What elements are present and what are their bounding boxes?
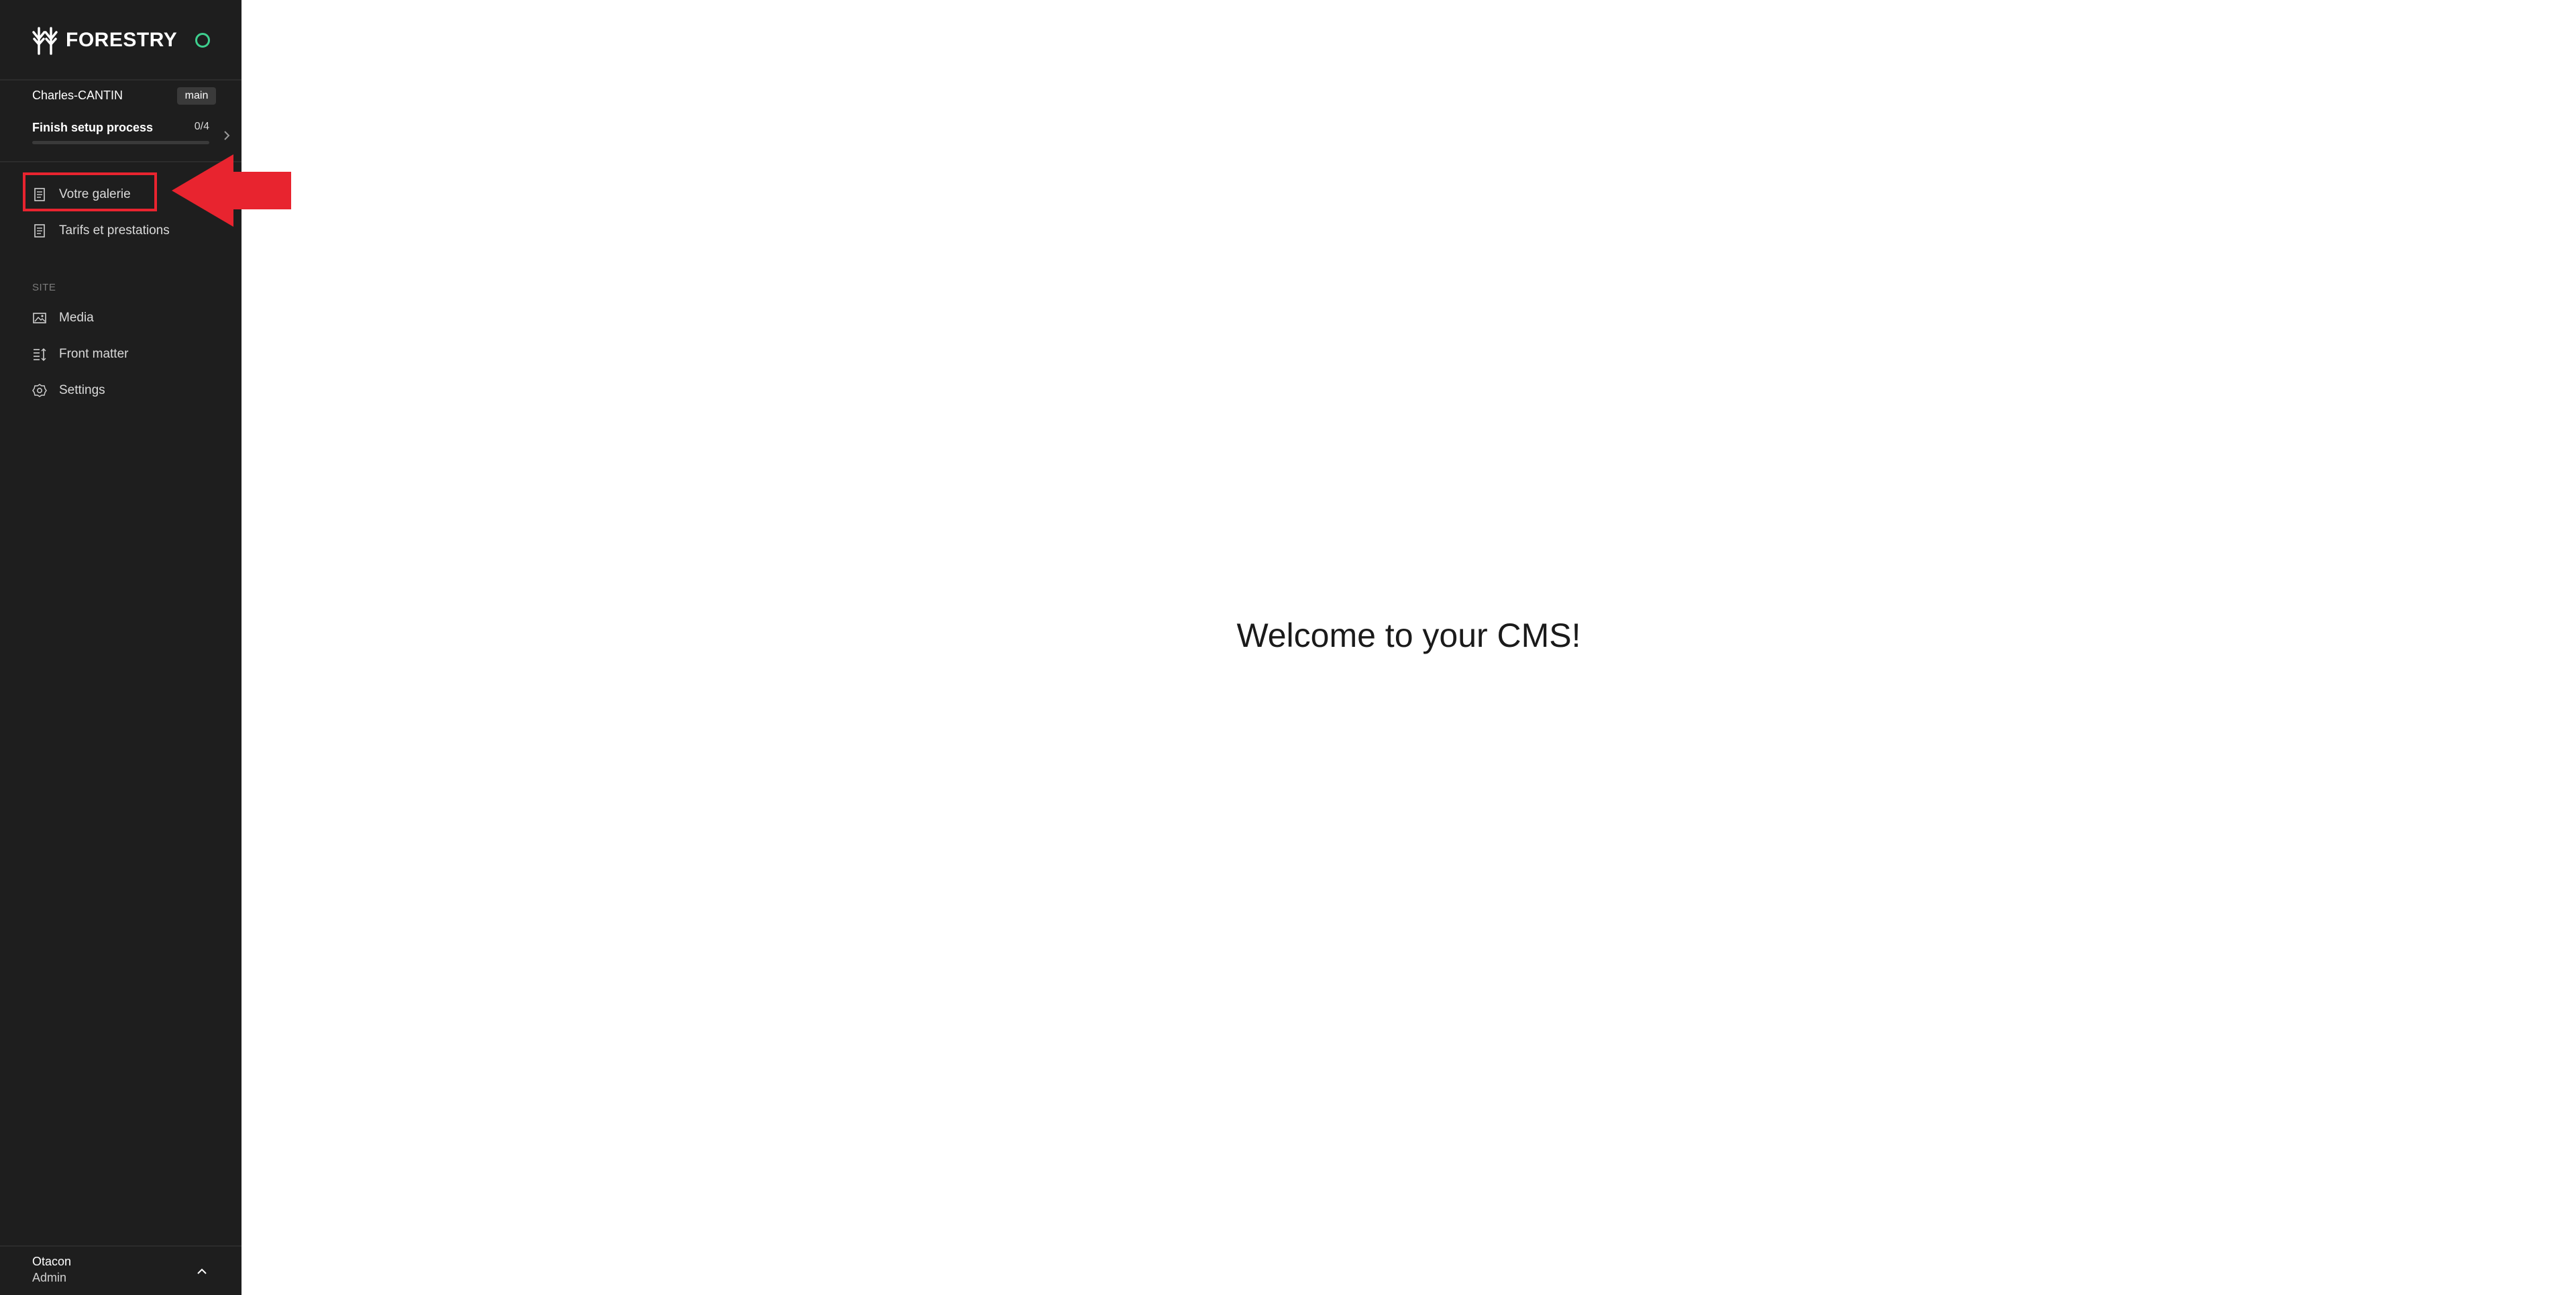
setup-label: Finish setup process <box>32 121 154 134</box>
branch-badge[interactable]: main <box>177 87 216 105</box>
front-matter-icon <box>34 348 46 361</box>
sidebar-item-label: Media <box>59 311 94 325</box>
user-role: Admin <box>32 1271 67 1284</box>
status-indicator[interactable] <box>195 33 210 48</box>
chevron-up-icon[interactable] <box>195 1264 209 1279</box>
welcome-heading: Welcome to your CMS! <box>1236 617 1581 654</box>
sidebar-item-front-matter[interactable]: Front matter <box>32 342 220 366</box>
sidebar-item-media[interactable]: Media <box>32 306 220 330</box>
sidebar-item-settings[interactable]: Settings <box>32 378 220 403</box>
document-icon <box>34 224 45 238</box>
sidebar-item-label: Settings <box>59 383 105 397</box>
chevron-right-icon[interactable] <box>221 127 232 144</box>
setup-progress-bar <box>32 141 209 144</box>
section-heading-site: SITE <box>32 282 56 293</box>
repo-name: Charles-CANTIN <box>32 89 123 102</box>
annotation-highlight-box <box>23 172 157 211</box>
forestry-logo[interactable]: FORESTRY <box>31 24 177 56</box>
user-profile[interactable]: Otacon Admin <box>32 1253 71 1286</box>
sidebar-item-label: Tarifs et prestations <box>59 223 170 238</box>
finish-setup-link[interactable]: Finish setup process 0/4 <box>32 118 209 152</box>
image-icon <box>33 313 46 323</box>
divider <box>0 1245 241 1247</box>
setup-count: 0/4 <box>194 121 209 132</box>
sidebar-item-label: Front matter <box>59 347 129 361</box>
divider <box>0 79 241 81</box>
gear-icon <box>32 384 47 397</box>
user-name: Otacon <box>32 1255 72 1268</box>
forestry-tree-icon <box>32 27 58 55</box>
annotation-arrow-icon <box>172 154 291 227</box>
brand-name: FORESTRY <box>66 29 178 51</box>
